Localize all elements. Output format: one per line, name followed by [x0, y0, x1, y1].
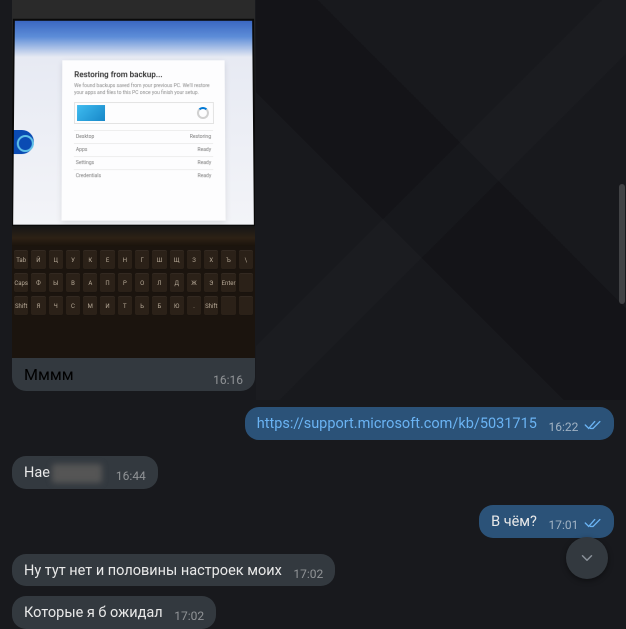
photo-keyboard-key [221, 296, 235, 316]
attached-photo[interactable]: Restoring from backup... We found backup… [12, 0, 255, 358]
photo-keyboard-key: Ь [135, 296, 149, 316]
message-time: 16:22 [549, 420, 579, 434]
photo-keyboard-key: М [83, 296, 97, 316]
photo-keyboard-key: Tab [14, 250, 28, 270]
photo-keyboard-key: У [66, 250, 80, 270]
photo-keyboard-key [239, 296, 253, 316]
message-time: 16:44 [116, 469, 146, 483]
photo-backup-row: AppsReady [74, 143, 213, 156]
photo-backup-thumb [77, 105, 105, 121]
message-incoming[interactable]: Наеxx 16:44 [12, 456, 158, 489]
photo-backup-row: DesktopRestoring [74, 130, 213, 143]
photo-keyboard-key: Caps [14, 273, 28, 293]
photo-keyboard-key: Ъ [221, 250, 235, 270]
photo-spinner-icon [197, 107, 209, 119]
photo-keyboard-key: В [66, 273, 80, 293]
photo-keyboard-key: Л [152, 273, 166, 293]
photo-keyboard-key: Ц [49, 250, 63, 270]
redacted-text: xx [52, 464, 102, 483]
message-time: 17:02 [293, 567, 323, 581]
photo-window-title: Restoring from backup... [74, 70, 213, 79]
photo-keyboard-key: Ч [49, 296, 63, 316]
photo-keyboard-key: Е [100, 250, 114, 270]
message-text: В чём? [491, 513, 537, 530]
photo-keyboard-key: Э [204, 273, 218, 293]
photo-keyboard-key: . [187, 296, 201, 316]
message-link[interactable]: https://support.microsoft.com/kb/5031715 [257, 415, 537, 432]
message-outgoing[interactable]: В чём? 17:01 [479, 505, 614, 538]
photo-keyboard-key: Ю [170, 296, 184, 316]
photo-keyboard-key [239, 273, 253, 293]
message-incoming-image[interactable]: Restoring from backup... We found backup… [12, 0, 255, 391]
photo-keyboard-key: Щ [170, 250, 184, 270]
photo-laptop-screen: Restoring from backup... We found backup… [12, 19, 255, 227]
photo-keyboard-key: С [66, 296, 80, 316]
photo-keyboard-key: И [100, 296, 114, 316]
photo-keyboard-key: Н [118, 250, 132, 270]
photo-keyboard-key: Г [135, 250, 149, 270]
photo-keyboard-key: Д [170, 273, 184, 293]
message-text-prefix: Нае [24, 464, 50, 481]
photo-keyboard-key: Shift [204, 296, 218, 316]
photo-keyboard-key: Р [118, 273, 132, 293]
scroll-to-bottom-button[interactable] [566, 537, 608, 579]
photo-keyboard-key: Ф [31, 273, 45, 293]
photo-laptop-keyboard: TabЙЦУКЕНГШЩЗХЪ\CapsФЫВАПРОЛДЖЭEnterShif… [12, 246, 255, 358]
photo-laptop-hinge [12, 226, 255, 246]
photo-keyboard-key: Я [31, 296, 45, 316]
chevron-down-icon [578, 549, 596, 567]
photo-keyboard-key: Ж [187, 273, 201, 293]
photo-backup-tile [74, 102, 214, 124]
photo-backup-row: SettingsReady [74, 156, 213, 169]
photo-keyboard-key: Ы [49, 273, 63, 293]
chat-scroll-area[interactable]: Restoring from backup... We found backup… [0, 0, 626, 603]
read-checks-icon [584, 516, 602, 535]
message-outgoing-link[interactable]: https://support.microsoft.com/kb/5031715… [245, 407, 614, 440]
photo-keyboard-key: Х [204, 250, 218, 270]
photo-keyboard-key: З [187, 250, 201, 270]
message-caption: Мммм [24, 365, 74, 384]
photo-keyboard-key: Shift [14, 296, 28, 316]
photo-keyboard-key: П [100, 273, 114, 293]
message-incoming[interactable]: Которые я б ожидал 17:02 [12, 596, 216, 629]
message-incoming[interactable]: Ну тут нет и половины настроек моих 17:0… [12, 554, 335, 587]
photo-backup-row: CredentialsReady [74, 169, 214, 182]
message-text: Которые я б ожидал [24, 604, 163, 621]
photo-keyboard-key: Й [31, 250, 45, 270]
read-checks-icon [584, 418, 602, 437]
message-time: 16:16 [213, 373, 243, 387]
message-text: Ну тут нет и половины настроек моих [24, 562, 282, 579]
photo-keyboard-key: Enter [221, 273, 235, 293]
scrollbar-thumb[interactable] [619, 184, 625, 304]
photo-restore-window: Restoring from backup... We found backup… [62, 60, 226, 220]
photo-keyboard-key: \ [239, 250, 253, 270]
photo-keyboard-key: А [83, 273, 97, 293]
photo-keyboard-key: Ш [152, 250, 166, 270]
photo-keyboard-key: Б [152, 296, 166, 316]
photo-keyboard-key: Т [118, 296, 132, 316]
photo-window-subtitle: We found backups saved from your previou… [74, 83, 213, 96]
message-time: 17:02 [174, 609, 204, 623]
photo-oobe-back-button [14, 130, 34, 154]
photo-keyboard-key: К [83, 250, 97, 270]
message-time: 17:01 [549, 518, 579, 532]
photo-keyboard-key: О [135, 273, 149, 293]
